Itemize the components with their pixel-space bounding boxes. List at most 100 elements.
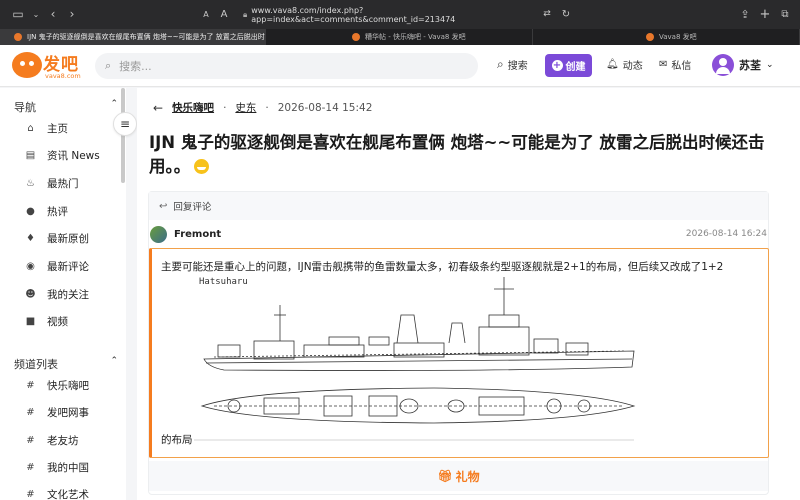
logo-domain: vava8.com	[45, 72, 81, 80]
create-button-label: 创建	[565, 62, 586, 73]
menu-toggle-button[interactable]: ≡	[113, 112, 137, 136]
comment-text-end: 的布局	[161, 434, 193, 446]
flame-icon: ♦	[26, 233, 35, 244]
plus-icon: +	[551, 60, 563, 71]
bell-icon: 🔔︎	[606, 59, 619, 70]
username: 苏荃	[739, 59, 761, 72]
hash-icon: #	[26, 407, 35, 418]
sidebar-toggle-icon[interactable]: ▭	[8, 4, 28, 24]
sidebar-item-channel[interactable]: # 文化艺术	[25, 487, 89, 500]
gift-icon: 🎁︎	[437, 469, 453, 483]
back-arrow-icon[interactable]: ←	[153, 101, 163, 115]
channel-section-header[interactable]: 频道列表 ⌃	[14, 356, 118, 372]
image-caption: Hatsuharu	[199, 277, 248, 287]
sidebar-item-hot-comments[interactable]: ● 热评	[25, 204, 68, 219]
sidebar-item-news[interactable]: ▤ 资讯 News	[25, 148, 100, 163]
grinning-emoji-icon	[194, 159, 210, 174]
create-button[interactable]: + 创建	[545, 54, 592, 77]
post-title-text: IJN 鬼子的驱逐舰倒是喜欢在舰尾布置俩 炮塔~~可能是为了 放雷之后脱出时候还…	[149, 133, 765, 176]
hash-icon: #	[26, 380, 35, 391]
sidebar-item-following[interactable]: ☻ 我的关注	[25, 287, 89, 302]
comment-time: 2026-08-14 16:24	[685, 229, 767, 239]
breadcrumb: ← 快乐嗨吧 · 史东 · 2026-08-14 15:42	[153, 100, 372, 115]
search-button-label: 搜索	[507, 61, 528, 72]
sidebar-item-label: 视频	[47, 316, 68, 328]
post-title: IJN 鬼子的驱逐舰倒是喜欢在舰尾布置俩 炮塔~~可能是为了 放雷之后脱出时候还…	[149, 131, 785, 179]
commenter-name[interactable]: Fremont	[174, 229, 221, 240]
avatar[interactable]	[150, 225, 167, 243]
sidebar-item-latest-comments[interactable]: ◉ 最新评论	[25, 259, 89, 274]
browser-toolbar: ▭ ⌄ ‹ › A A 🔒︎ www.vava8.com/index.php?a…	[0, 0, 800, 29]
sidebar-item-label: 资讯 News	[47, 150, 100, 162]
reply-icon: ↩	[159, 200, 168, 212]
separator: ·	[265, 101, 269, 114]
envelope-icon: ✉	[659, 59, 668, 70]
text-size-small-icon[interactable]: A	[196, 4, 216, 24]
comment-author-row: Fremont 2026-08-14 16:24	[149, 223, 768, 245]
main-content: ← 快乐嗨吧 · 史东 · 2026-08-14 15:42 IJN 鬼子的驱逐…	[137, 88, 800, 500]
gift-label: 礼物	[455, 469, 480, 484]
site-logo[interactable]: 发吧 vava8.com	[12, 50, 84, 82]
url-text: www.vava8.com/index.php?app=index&act=co…	[251, 5, 456, 24]
search-box[interactable]: ⌕	[95, 53, 478, 79]
favicon-icon	[352, 33, 360, 41]
sidebar-item-channel[interactable]: # 我的中国	[25, 460, 89, 475]
address-bar[interactable]: 🔒︎ www.vava8.com/index.php?app=index&act…	[243, 5, 543, 24]
video-icon: ■	[25, 316, 36, 327]
tab-board[interactable]: 糟华帖 - 快乐嗨吧 - Vava8 发吧	[266, 29, 533, 45]
chevron-up-icon: ⌃	[110, 356, 118, 366]
user-follow-icon: ☻	[25, 289, 36, 300]
activity-label: 动态	[622, 61, 643, 72]
user-menu[interactable]: 苏荃 ⌄	[712, 54, 774, 76]
tab-home[interactable]: Vava8 发吧	[533, 29, 800, 45]
translate-icon[interactable]: ⇄	[537, 4, 557, 24]
fire-icon: ♨	[26, 178, 35, 189]
sidebar-item-label: 快乐嗨吧	[47, 380, 89, 392]
tabs-overview-icon[interactable]: ⧉	[775, 4, 795, 24]
lock-icon: 🔒︎	[243, 9, 248, 19]
search-button[interactable]: ⌕ 搜索	[497, 57, 528, 72]
nav-title: 导航	[14, 101, 36, 114]
back-icon[interactable]: ‹	[43, 4, 63, 24]
author-link[interactable]: 史东	[235, 100, 256, 115]
board-link[interactable]: 快乐嗨吧	[172, 100, 214, 115]
favicon-icon	[646, 33, 654, 41]
reload-icon[interactable]: ↻	[556, 4, 576, 24]
sidebar-item-label: 热评	[47, 206, 68, 218]
sidebar-item-channel[interactable]: # 快乐嗨吧	[25, 378, 89, 393]
sidebar-item-video[interactable]: ■ 视频	[25, 314, 68, 329]
search-icon: ⌕	[497, 57, 504, 71]
sidebar-item-home[interactable]: ⌂ 主页	[25, 121, 68, 136]
tab-current-post[interactable]: IJN 鬼子的驱逐舰倒是喜欢在舰尾布置俩 炮塔~~可能是为了 放置之后脱出时候.…	[0, 29, 266, 45]
sidebar-item-label: 最新原创	[47, 233, 89, 245]
chevron-down-icon: ⌄	[766, 60, 774, 70]
nav-section-header[interactable]: 导航 ⌃	[14, 99, 118, 115]
separator: ·	[223, 101, 227, 114]
hamburger-icon: ≡	[119, 117, 131, 131]
gift-button[interactable]: 🎁︎ 礼物	[149, 461, 768, 491]
destroyer-drawing-image: Hatsuharu	[194, 277, 636, 441]
chevron-up-icon: ⌃	[110, 99, 118, 109]
tab-label: 糟华帖 - 快乐嗨吧 - Vava8 发吧	[365, 33, 466, 41]
new-tab-icon[interactable]: +	[755, 4, 775, 24]
comment-body: 主要可能还是重心上的问题，IJN雷击舰携带的鱼雷数量太多，初春级条约型驱逐舰就是…	[149, 248, 769, 458]
text-size-large-icon[interactable]: A	[214, 4, 234, 24]
favicon-icon	[14, 33, 22, 41]
share-icon[interactable]: ⇪	[735, 4, 755, 24]
reply-comment-button[interactable]: ↩ 回复评论	[149, 192, 768, 220]
home-icon: ⌂	[27, 123, 34, 134]
activity-button[interactable]: 🔔︎ 动态	[606, 57, 643, 72]
sidebar-item-channel[interactable]: # 老友坊	[25, 433, 78, 448]
sidebar-item-latest-original[interactable]: ♦ 最新原创	[25, 231, 89, 246]
messages-button[interactable]: ✉ 私信	[659, 57, 691, 72]
sidebar-item-label: 最热门	[47, 178, 79, 190]
search-input[interactable]	[119, 59, 420, 73]
hash-icon: #	[26, 435, 35, 446]
comment-card: ↩ 回复评论 Fremont 2026-08-14 16:24 主要可能还是重心…	[148, 191, 769, 495]
comments-icon: ◉	[26, 261, 35, 272]
forward-icon[interactable]: ›	[62, 4, 82, 24]
sidebar-item-channel[interactable]: # 发吧网事	[25, 405, 89, 420]
sidebar-item-label: 最新评论	[47, 261, 89, 273]
sidebar-item-label: 我的中国	[47, 462, 89, 474]
sidebar-item-hottest[interactable]: ♨ 最热门	[25, 176, 79, 191]
